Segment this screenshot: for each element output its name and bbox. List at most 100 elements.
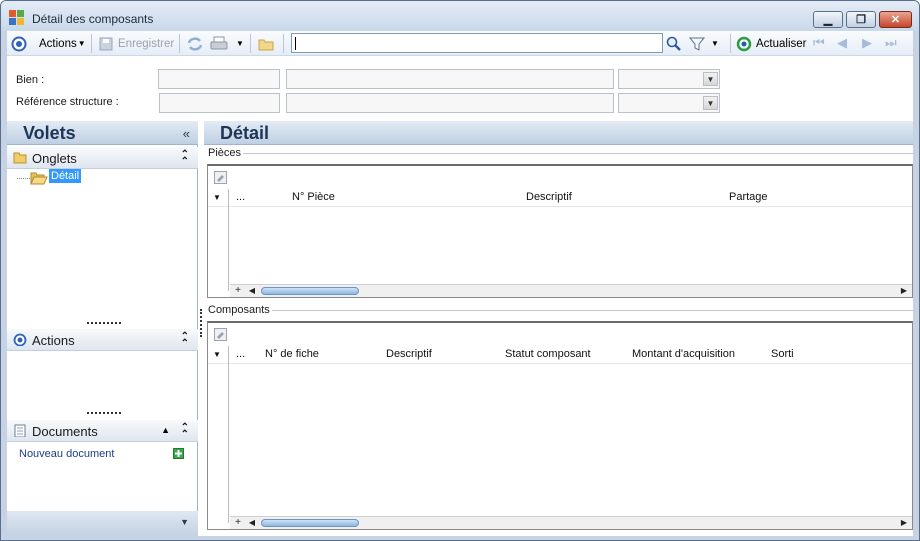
composants-col-fiche[interactable]: N° de fiche — [265, 348, 319, 360]
scroll-right-icon[interactable]: ▶ — [899, 518, 909, 528]
title-bar: Détail des composants ▁ ❐ ✕ — [1, 1, 919, 31]
composants-hscrollbar[interactable]: + ◀ ▶ — [230, 516, 912, 529]
print-icon — [210, 36, 228, 49]
bien-select[interactable]: ▼ — [618, 69, 720, 89]
search-button[interactable] — [666, 31, 682, 56]
chevron-up-icon[interactable]: ▲ — [161, 425, 170, 435]
side-title: Volets — [23, 123, 76, 143]
chevron-up-icon[interactable]: ⌃ ⌃ — [181, 150, 189, 167]
scroll-thumb[interactable] — [261, 519, 359, 527]
pieces-grid: ▼ ... N° Pièce Descriptif Partage + ◀ ▶ — [207, 164, 913, 298]
bien-label: Bien : — [16, 74, 45, 86]
chevron-down-icon: ▼ — [236, 39, 244, 48]
search-input[interactable] — [291, 33, 663, 53]
grid-settings-icon[interactable] — [214, 171, 227, 184]
refresh-button[interactable] — [186, 31, 204, 56]
pieces-grid-header: ▼ ... N° Pièce Descriptif Partage — [208, 189, 912, 207]
composants-col-sorti[interactable]: Sorti — [771, 348, 794, 360]
close-button[interactable]: ✕ — [879, 11, 912, 28]
new-document-link[interactable]: Nouveau document — [19, 448, 114, 460]
grid-settings-icon[interactable] — [214, 328, 227, 341]
splitter-grip[interactable] — [87, 412, 121, 414]
vertical-splitter[interactable] — [200, 309, 202, 337]
side-header: Volets « — [7, 121, 198, 145]
add-row-icon[interactable]: + — [233, 286, 243, 296]
onglets-label: Onglets — [32, 151, 77, 166]
chevron-down-icon[interactable]: ▼ — [703, 96, 718, 110]
maximize-button[interactable]: ❐ — [846, 11, 876, 28]
chevron-up-icon[interactable]: ⌃ ⌃ — [181, 332, 189, 349]
add-icon[interactable] — [173, 448, 184, 459]
refresh-data-button[interactable]: Actualiser — [736, 31, 807, 56]
pieces-col-numero[interactable]: N° Pièce — [292, 191, 335, 203]
side-footer: ▼ — [7, 511, 198, 536]
scroll-right-icon[interactable]: ▶ — [899, 286, 909, 296]
pieces-col-descriptif[interactable]: Descriptif — [526, 191, 572, 203]
add-row-icon[interactable]: + — [233, 518, 243, 528]
actions-section-header[interactable]: Actions ⌃ ⌃ — [7, 329, 198, 351]
reference-select[interactable]: ▼ — [618, 93, 720, 113]
window-title: Détail des composants — [32, 12, 154, 26]
filter-icon — [689, 37, 705, 51]
prev-icon[interactable]: ◀ — [837, 36, 851, 50]
reference-description-field[interactable] — [286, 93, 614, 113]
collapse-panel-icon[interactable]: « — [183, 126, 190, 141]
chevron-down-icon[interactable]: ▼ — [703, 72, 718, 86]
documents-section-header[interactable]: Documents ▲ ⌃ ⌃ — [7, 420, 198, 442]
main-window: Détail des composants ▁ ❐ ✕ Actions ▼ En… — [0, 0, 920, 541]
splitter-grip[interactable] — [87, 322, 121, 324]
composants-col-montant[interactable]: Montant d'acquisition — [632, 348, 735, 360]
main-title: Détail — [220, 123, 270, 143]
chevron-down-icon[interactable]: ▼ — [180, 517, 189, 527]
composants-group-label: Composants — [208, 304, 272, 316]
reference-code-field[interactable] — [159, 93, 280, 113]
reference-label: Référence structure : — [16, 96, 119, 108]
chevron-down-icon: ▼ — [711, 39, 719, 48]
search-icon — [666, 36, 681, 51]
document-icon — [14, 424, 26, 437]
print-button[interactable]: ▼ — [209, 31, 244, 56]
first-icon[interactable]: ⏮ — [813, 36, 827, 50]
tree-item-detail[interactable]: Détail — [49, 169, 82, 183]
next-icon[interactable]: ▶ — [862, 36, 876, 50]
filter-button[interactable]: ▼ — [689, 31, 719, 56]
scroll-thumb[interactable] — [261, 287, 359, 295]
actions-label: Actions — [39, 37, 77, 50]
onglets-section-header[interactable]: Onglets ⌃ ⌃ — [7, 147, 198, 169]
actions-icon — [11, 36, 27, 51]
composants-grid-header: ▼ ... N° de fiche Descriptif Statut comp… — [208, 346, 912, 364]
chevron-up-icon[interactable]: ⌃ ⌃ — [181, 423, 189, 440]
composants-col-more[interactable]: ... — [236, 348, 245, 360]
restore-icon: ❐ — [856, 14, 866, 26]
refresh-label: Actualiser — [756, 37, 807, 50]
composants-col-statut[interactable]: Statut composant — [505, 348, 591, 360]
bien-code-field[interactable] — [158, 69, 280, 89]
minimize-button[interactable]: ▁ — [813, 11, 843, 28]
folder-icon — [258, 39, 274, 50]
last-icon[interactable]: ⏭ — [885, 36, 899, 50]
close-icon: ✕ — [890, 14, 901, 26]
scroll-left-icon[interactable]: ◀ — [247, 518, 257, 528]
chevron-down-icon: ▼ — [77, 39, 86, 48]
pieces-hscrollbar[interactable]: + ◀ ▶ — [230, 284, 912, 297]
folder-icon — [13, 152, 27, 164]
row-expand-icon[interactable]: ▼ — [213, 350, 221, 359]
toolbar: Actions ▼ Enregistrer ▼ ▼ Actualiser ⏮ ◀… — [7, 31, 913, 56]
side-panel: Volets « Onglets ⌃ ⌃ Détail Actions ⌃ ⌃ Do… — [7, 121, 198, 536]
actions-button[interactable]: Actions ▼ — [11, 31, 86, 56]
pieces-col-partage[interactable]: Partage — [729, 191, 768, 203]
composants-grid: ▼ ... N° de fiche Descriptif Statut comp… — [207, 321, 913, 530]
pieces-col-more[interactable]: ... — [236, 191, 245, 203]
save-label: Enregistrer — [118, 37, 175, 50]
refresh-icon — [187, 36, 203, 51]
row-expand-icon[interactable]: ▼ — [213, 193, 221, 202]
scroll-left-icon[interactable]: ◀ — [247, 286, 257, 296]
bien-description-field[interactable] — [286, 69, 614, 89]
main-panel: Détail Pièces ▼ ... N° Pièce Descriptif … — [204, 121, 913, 536]
window-content: Actions ▼ Enregistrer ▼ ▼ Actualiser ⏮ ◀… — [7, 31, 913, 536]
pieces-group-label: Pièces — [208, 147, 244, 159]
composants-col-descriptif[interactable]: Descriptif — [386, 348, 432, 360]
save-button[interactable]: Enregistrer — [98, 31, 174, 56]
folder-button[interactable] — [258, 31, 274, 56]
main-header: Détail — [204, 121, 913, 145]
